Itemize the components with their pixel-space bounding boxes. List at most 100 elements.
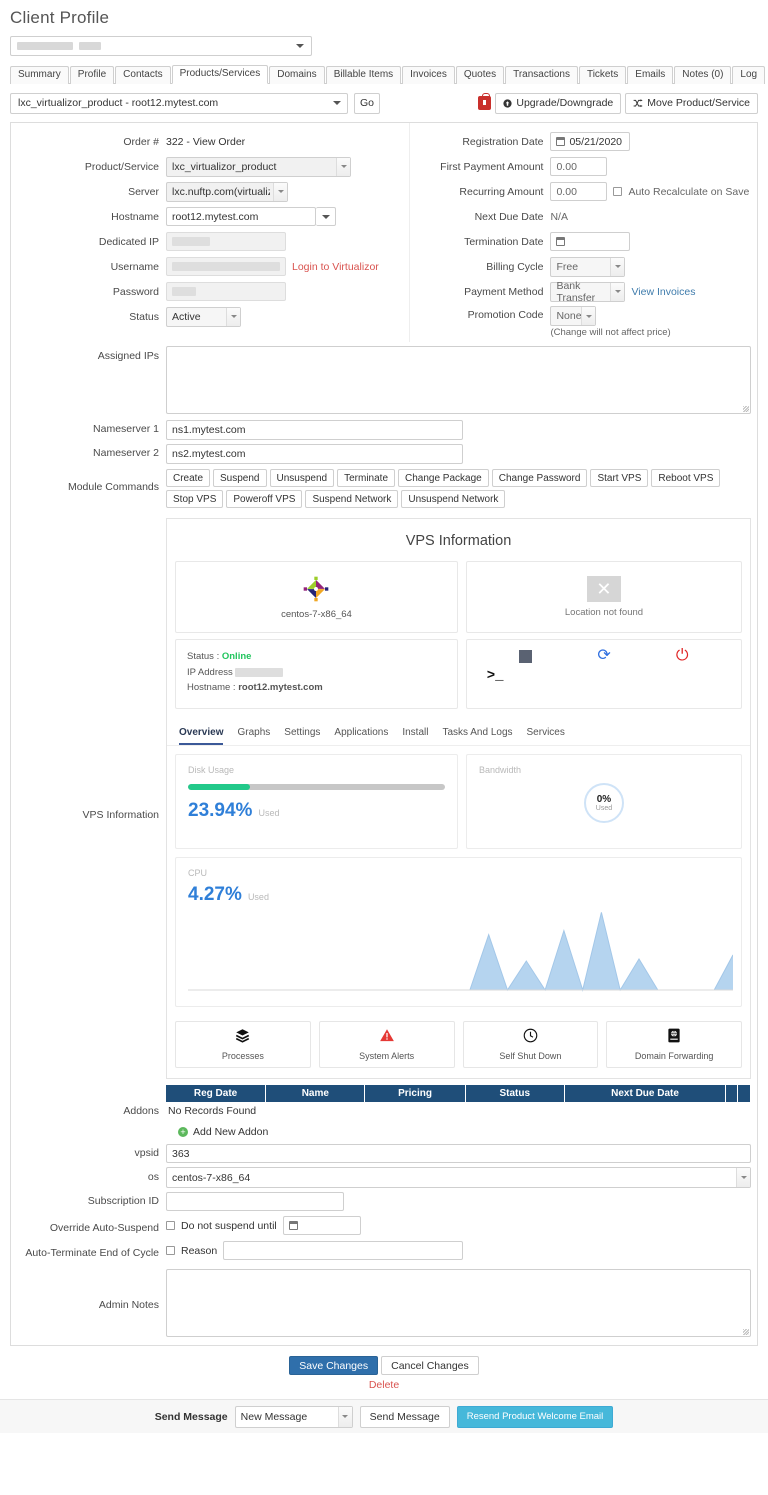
vps-tab-tasks-and-logs[interactable]: Tasks And Logs — [442, 727, 512, 745]
module-command-terminate[interactable]: Terminate — [337, 469, 395, 487]
registration-date-input[interactable]: 05/21/2020 — [550, 132, 631, 151]
override-suspend-date-input[interactable] — [282, 1216, 361, 1235]
save-changes-button[interactable]: Save Changes — [289, 1356, 379, 1375]
vps-tab-install[interactable]: Install — [402, 727, 428, 745]
auto-terminate-reason-input[interactable] — [223, 1241, 464, 1260]
password-input[interactable] — [166, 282, 286, 301]
module-command-change-package[interactable]: Change Package — [398, 469, 489, 487]
tab-notes-0[interactable]: Notes (0) — [674, 66, 732, 84]
vps-tab-overview[interactable]: Overview — [179, 727, 224, 745]
vpsid-input[interactable]: 363 — [166, 1144, 751, 1163]
module-command-start-vps[interactable]: Start VPS — [590, 469, 649, 487]
tab-products-services[interactable]: Products/Services — [171, 65, 269, 84]
power-icon[interactable]: ⏻ — [676, 648, 689, 664]
nameserver1-value: ns1.mytest.com — [172, 424, 246, 436]
assigned-ips-textarea[interactable] — [166, 346, 751, 414]
field-next-due-date: Next Due Date N/A — [410, 204, 757, 229]
tab-contacts[interactable]: Contacts — [115, 66, 171, 84]
hostname-dropdown-button[interactable] — [316, 207, 336, 226]
tab-summary[interactable]: Summary — [10, 66, 69, 84]
recurring-amount-input[interactable]: 0.00 — [550, 182, 608, 201]
field-server: Server lxc.nuftp.com(virtualizor) ( — [11, 179, 409, 204]
module-command-reboot-vps[interactable]: Reboot VPS — [651, 469, 721, 487]
resend-welcome-email-button[interactable]: Resend Product Welcome Email — [456, 1405, 614, 1428]
admin-notes-textarea[interactable] — [166, 1269, 751, 1337]
tab-domains[interactable]: Domains — [269, 66, 325, 84]
vps-status-value: Online — [221, 651, 252, 662]
vps-tile-domain-forwarding[interactable]: Domain Forwarding — [606, 1021, 742, 1068]
upgrade-downgrade-button[interactable]: Upgrade/Downgrade — [495, 92, 622, 114]
module-command-stop-vps[interactable]: Stop VPS — [166, 490, 224, 508]
username-input[interactable] — [166, 257, 286, 276]
vps-cpu-row: CPU 4.27% Used — [167, 857, 750, 1015]
vps-ip-redacted — [235, 667, 284, 677]
chevron-down-icon — [273, 182, 287, 201]
auto-terminate-checkbox[interactable] — [166, 1246, 175, 1255]
auto-recalculate-checkbox[interactable] — [613, 187, 623, 196]
stop-icon[interactable] — [519, 649, 533, 663]
vps-tab-services[interactable]: Services — [527, 727, 565, 745]
subscription-id-input[interactable] — [166, 1192, 344, 1211]
tab-billable-items[interactable]: Billable Items — [325, 66, 402, 84]
vps-metrics-row: Disk Usage 23.94% Used Bandwidth 0% Used — [167, 746, 750, 857]
delete-link[interactable]: Delete — [0, 1375, 768, 1399]
nameserver1-input[interactable]: ns1.mytest.com — [166, 420, 463, 440]
product-selector[interactable]: lxc_virtualizor_product - root12.mytest.… — [10, 92, 348, 114]
tab-invoices[interactable]: Invoices — [402, 66, 455, 84]
module-command-poweroff-vps[interactable]: Poweroff VPS — [226, 490, 303, 508]
vps-tab-settings[interactable]: Settings — [284, 727, 320, 745]
hostname-input[interactable]: root12.mytest.com — [166, 207, 316, 226]
module-command-unsuspend-network[interactable]: Unsuspend Network — [401, 490, 506, 508]
vps-tab-applications[interactable]: Applications — [334, 727, 388, 745]
details-top-grid: Order # 322 - View Order Product/Service… — [11, 123, 757, 342]
lock-icon[interactable] — [478, 93, 492, 110]
tab-transactions[interactable]: Transactions — [505, 66, 578, 84]
tab-log[interactable]: Log — [732, 66, 766, 84]
termination-date-input[interactable] — [550, 232, 631, 251]
tab-emails[interactable]: Emails — [627, 66, 674, 84]
vps-tile-processes[interactable]: Processes — [175, 1021, 311, 1068]
product-toolbar: lxc_virtualizor_product - root12.mytest.… — [10, 92, 758, 114]
terminal-icon[interactable]: >_ — [487, 668, 504, 684]
dedicated-ip-input[interactable] — [166, 232, 286, 251]
module-command-suspend-network[interactable]: Suspend Network — [305, 490, 399, 508]
order-value[interactable]: 322 - View Order — [166, 136, 245, 148]
message-type-select[interactable]: New Message — [234, 1405, 353, 1428]
move-product-button[interactable]: Move Product/Service — [625, 92, 758, 114]
send-message-button[interactable]: Send Message — [359, 1405, 450, 1428]
addons-column-header: Reg Date — [166, 1085, 267, 1102]
promotion-code-select[interactable]: None — [550, 306, 597, 326]
payment-method-select[interactable]: Bank Transfer — [550, 280, 626, 304]
server-select[interactable]: lxc.nuftp.com(virtualizor) ( — [166, 181, 288, 202]
first-payment-input[interactable]: 0.00 — [550, 157, 608, 176]
client-name-redacted — [17, 42, 73, 50]
view-invoices-link[interactable]: View Invoices — [631, 286, 695, 298]
vps-status-label: Status : — [187, 651, 220, 662]
go-button[interactable]: Go — [354, 92, 380, 114]
tab-quotes[interactable]: Quotes — [455, 66, 505, 84]
field-billing-cycle: Billing Cycle Free — [410, 254, 757, 279]
module-command-change-password[interactable]: Change Password — [491, 469, 588, 487]
vps-tab-graphs[interactable]: Graphs — [237, 727, 270, 745]
status-select[interactable]: Active — [166, 306, 241, 327]
vps-tile-system-alerts[interactable]: System Alerts — [318, 1021, 455, 1068]
login-to-virtualizor-link[interactable]: Login to Virtualizor — [292, 261, 379, 273]
vps-tile-self-shut-down[interactable]: Self Shut Down — [462, 1021, 599, 1068]
hostname-label: Hostname — [111, 210, 159, 223]
product-service-select[interactable]: lxc_virtualizor_product — [166, 156, 351, 177]
nameserver2-input[interactable]: ns2.mytest.com — [166, 444, 463, 464]
reload-icon[interactable]: ⟳ — [597, 648, 610, 664]
add-new-addon-button[interactable]: + Add New Addon — [166, 1120, 751, 1142]
module-command-unsuspend[interactable]: Unsuspend — [269, 469, 335, 487]
override-auto-suspend-checkbox[interactable] — [166, 1221, 175, 1230]
module-command-suspend[interactable]: Suspend — [213, 469, 267, 487]
next-due-date-value: N/A — [550, 210, 568, 223]
billing-cycle-select[interactable]: Free — [550, 256, 626, 277]
client-selector[interactable] — [10, 36, 312, 56]
cancel-changes-button[interactable]: Cancel Changes — [381, 1356, 479, 1375]
os-select[interactable]: centos-7-x86_64 — [166, 1167, 751, 1188]
clock-icon — [523, 1028, 538, 1046]
module-command-create[interactable]: Create — [166, 469, 211, 487]
tab-profile[interactable]: Profile — [69, 66, 115, 84]
tab-tickets[interactable]: Tickets — [578, 66, 627, 84]
